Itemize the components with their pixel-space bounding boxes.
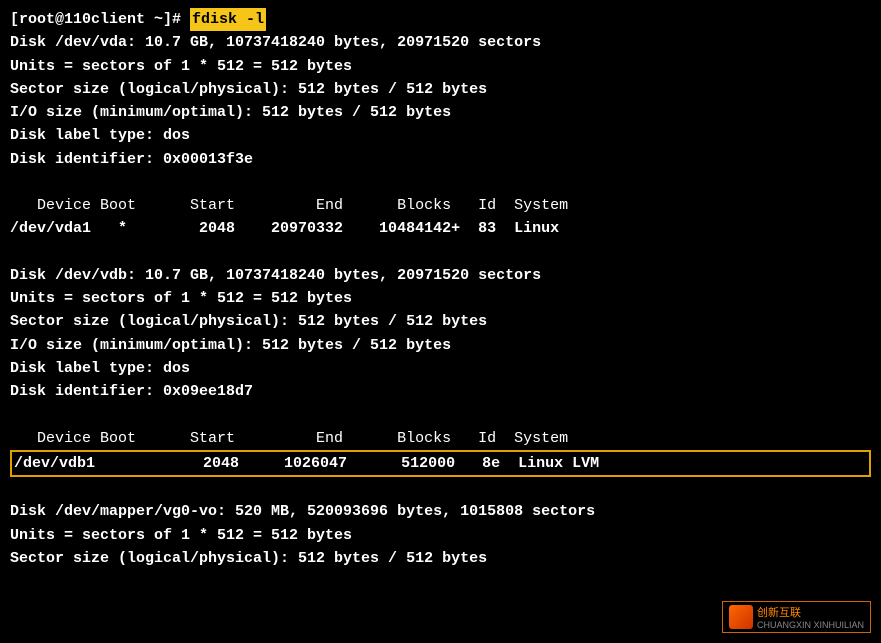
blank3 xyxy=(10,403,871,426)
watermark-info: 创新互联 CHUANGXIN XINHUILIAN xyxy=(757,604,864,630)
command-text: fdisk -l xyxy=(190,8,266,31)
vdb-info1: Disk /dev/vdb: 10.7 GB, 10737418240 byte… xyxy=(10,264,871,287)
vda-info2: Units = sectors of 1 * 512 = 512 bytes xyxy=(10,55,871,78)
prompt-line: [root@110client ~]# fdisk -l xyxy=(10,8,871,31)
vda-table-header: Device Boot Start End Blocks Id System xyxy=(10,194,871,217)
blank2 xyxy=(10,241,871,264)
mapper-info1: Disk /dev/mapper/vg0-vo: 520 MB, 5200936… xyxy=(10,500,871,523)
vda-table-row: /dev/vda1 * 2048 20970332 10484142+ 83 L… xyxy=(10,217,871,240)
watermark-icon xyxy=(729,605,753,629)
blank4 xyxy=(10,477,871,500)
watermark-box: 创新互联 CHUANGXIN XINHUILIAN xyxy=(722,601,871,633)
mapper-info2: Units = sectors of 1 * 512 = 512 bytes xyxy=(10,524,871,547)
watermark: 创新互联 CHUANGXIN XINHUILIAN xyxy=(722,601,871,633)
mapper-info3: Sector size (logical/physical): 512 byte… xyxy=(10,547,871,570)
vda-info1: Disk /dev/vda: 10.7 GB, 10737418240 byte… xyxy=(10,31,871,54)
vda-info6: Disk identifier: 0x00013f3e xyxy=(10,148,871,171)
vdb-info3: Sector size (logical/physical): 512 byte… xyxy=(10,310,871,333)
vdb-table-row-highlighted: /dev/vdb1 2048 1026047 512000 8e Linux L… xyxy=(10,450,871,477)
vdb-info5: Disk label type: dos xyxy=(10,357,871,380)
blank1 xyxy=(10,171,871,194)
watermark-company: 创新互联 xyxy=(757,604,864,620)
vda-info4: I/O size (minimum/optimal): 512 bytes / … xyxy=(10,101,871,124)
vda-info5: Disk label type: dos xyxy=(10,124,871,147)
vdb-info2: Units = sectors of 1 * 512 = 512 bytes xyxy=(10,287,871,310)
vdb-info4: I/O size (minimum/optimal): 512 bytes / … xyxy=(10,334,871,357)
vda-info3: Sector size (logical/physical): 512 byte… xyxy=(10,78,871,101)
vdb-info6: Disk identifier: 0x09ee18d7 xyxy=(10,380,871,403)
prompt-text: [root@110client ~]# xyxy=(10,8,190,31)
watermark-sub: CHUANGXIN XINHUILIAN xyxy=(757,620,864,630)
vdb-table-header: Device Boot Start End Blocks Id System xyxy=(10,427,871,450)
terminal-window: [root@110client ~]# fdisk -l Disk /dev/v… xyxy=(0,0,881,578)
